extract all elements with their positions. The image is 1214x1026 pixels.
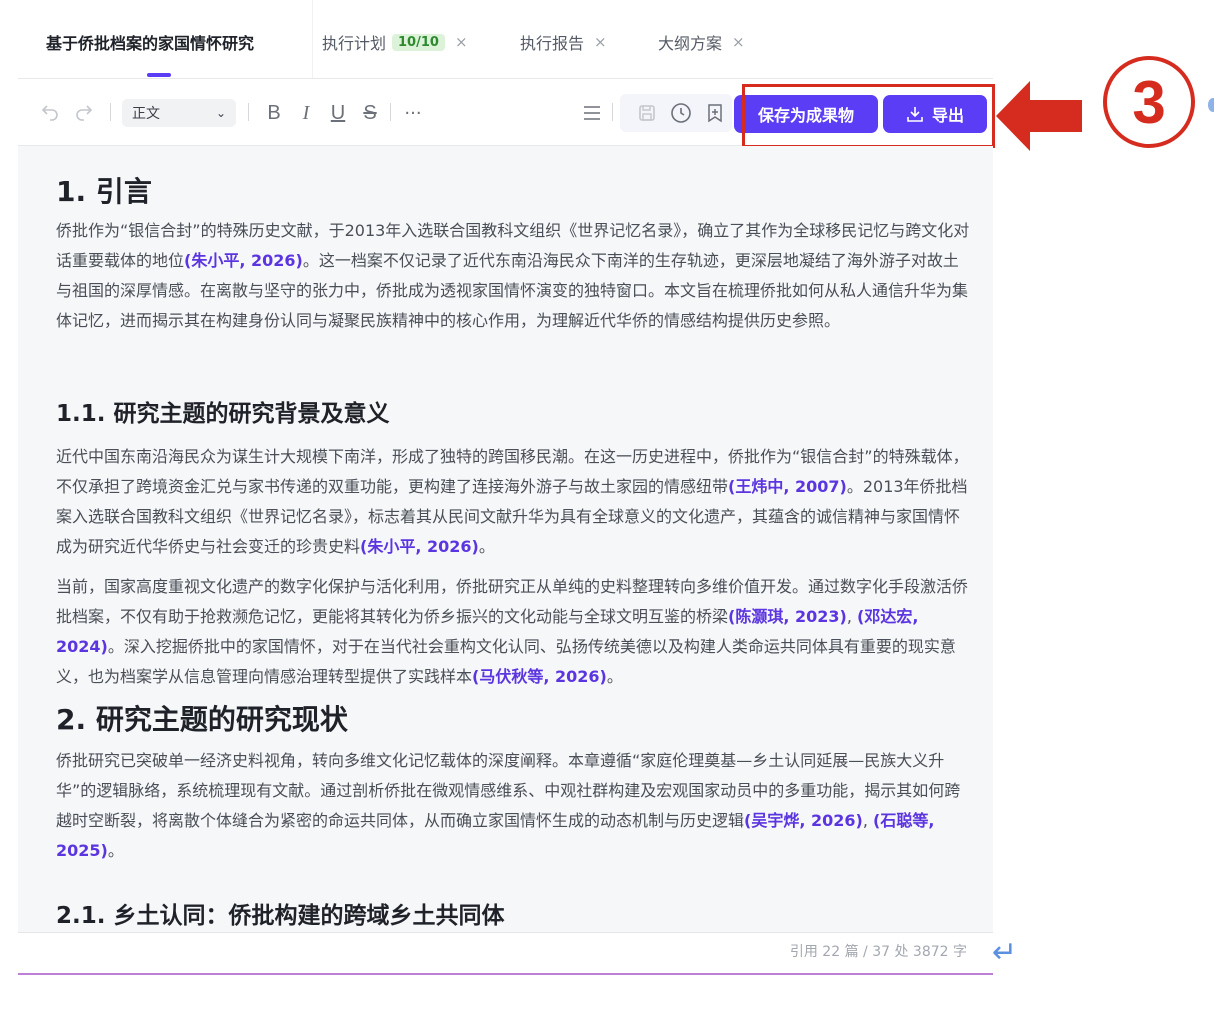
step-number-badge: 3 (1103, 56, 1195, 148)
text-run: 。 (478, 537, 495, 556)
toolbar-divider (248, 103, 249, 121)
tab-execution-plan[interactable]: 执行计划 10/10 × (322, 30, 468, 54)
paragraph: 当前，国家高度重视文化遗产的数字化保护与活化利用，侨批研究正从单纯的史料整理转向… (56, 572, 971, 692)
tab-label: 大纲方案 (658, 34, 723, 53)
return-icon[interactable]: ↵ (992, 935, 1017, 970)
text-run: , (862, 811, 873, 830)
heading-introduction: 1. 引言 (56, 175, 152, 208)
bold-button[interactable]: B (262, 101, 286, 125)
citation-link[interactable]: (朱小平, 2026) (184, 251, 303, 270)
citation-link[interactable]: (陈灏琪, 2023) (728, 607, 847, 626)
undo-icon[interactable] (38, 101, 62, 125)
close-icon[interactable]: × (732, 33, 745, 51)
tab-execution-report[interactable]: 执行报告 × (520, 30, 607, 54)
paragraph: 侨批研究已突破单一经济史料视角，转向多维文化记忆载体的深度阐释。本章遵循“家庭伦… (56, 746, 971, 866)
citation-link[interactable]: (王炜中, 2007) (728, 477, 847, 496)
edge-indicator (1208, 98, 1214, 112)
paragraph: 侨批作为“银信合封”的特殊历史文献，于2013年入选联合国教科文组织《世界记忆名… (56, 216, 971, 336)
tab-divider (312, 0, 313, 78)
active-tab-indicator (147, 73, 171, 77)
toolbar-divider (612, 103, 613, 121)
tab-research-doc[interactable]: 基于侨批档案的家国情怀研究 (46, 30, 255, 77)
toolbar-divider (110, 103, 111, 121)
history-icon[interactable] (669, 101, 693, 125)
close-icon[interactable]: × (594, 33, 607, 51)
more-options-button[interactable]: ··· (401, 101, 425, 125)
selected-style: 正文 (132, 106, 160, 122)
heading-local-identity: 2.1. 乡土认同：侨批构建的跨域乡土共同体 (56, 903, 505, 929)
chevron-down-icon: ⌄ (215, 106, 226, 120)
text-run: , (846, 607, 857, 626)
paragraph: 近代中国东南沿海民众为谋生计大规模下南洋，形成了独特的跨国移民潮。在这一历史进程… (56, 442, 971, 562)
citation-link[interactable]: (马伏秋等, 2026) (472, 667, 607, 686)
heading-research-status: 2. 研究主题的研究现状 (56, 703, 348, 736)
redo-icon[interactable] (72, 101, 96, 125)
underline-button[interactable]: U (326, 101, 350, 125)
arrow-left-icon (996, 81, 1082, 151)
highlight-box (742, 84, 995, 148)
paragraph-style-select[interactable]: 正文 ⌄ (122, 99, 236, 127)
status-bar: 引用 22 篇 / 37 处 3872 字 (18, 932, 993, 975)
bookmark-add-icon[interactable] (703, 101, 727, 125)
citation-link[interactable]: (朱小平, 2026) (360, 537, 479, 556)
progress-badge: 10/10 (392, 33, 445, 51)
list-icon[interactable] (580, 101, 604, 125)
tab-outline-plan[interactable]: 大纲方案 × (658, 30, 745, 54)
text-run: 。 (107, 841, 124, 860)
toolbar-divider (390, 103, 391, 121)
italic-button[interactable]: I (294, 101, 318, 125)
tab-label: 执行计划 (322, 34, 387, 53)
tab-label: 基于侨批档案的家国情怀研究 (46, 34, 255, 53)
tab-bar: 基于侨批档案的家国情怀研究 执行计划 10/10 × 执行报告 × 大纲方案 × (18, 0, 993, 79)
document-actions-group (620, 94, 732, 132)
heading-background: 1.1. 研究主题的研究背景及意义 (56, 401, 390, 427)
document-body[interactable]: 1. 引言 侨批作为“银信合封”的特殊历史文献，于2013年入选联合国教科文组织… (18, 146, 993, 932)
strikethrough-button[interactable]: S (358, 101, 382, 125)
close-icon[interactable]: × (455, 33, 468, 51)
citation-link[interactable]: (吴宇烨, 2026) (744, 811, 863, 830)
text-run: 。 (606, 667, 623, 686)
save-icon[interactable] (635, 101, 659, 125)
tab-label: 执行报告 (520, 34, 585, 53)
citation-word-count: 引用 22 篇 / 37 处 3872 字 (789, 944, 967, 960)
